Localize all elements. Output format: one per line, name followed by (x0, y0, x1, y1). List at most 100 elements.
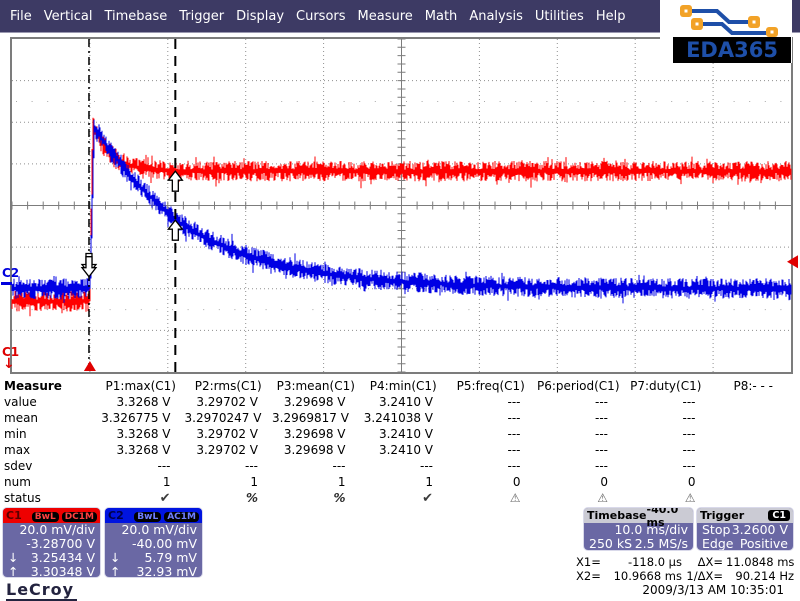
measure-column-header-p8[interactable]: P8:- - - (710, 378, 798, 394)
timebase-rate: 2.5 MS/s (634, 536, 688, 551)
measure-cell-status-p7: ⚠ (622, 490, 710, 507)
measure-cell-status-p5: ⚠ (447, 490, 535, 507)
waveform-display[interactable] (10, 37, 798, 374)
measure-cell-value-p6: --- (595, 395, 608, 409)
measure-cell-mean-p5: --- (507, 411, 521, 425)
measure-cell-value-p7: --- (682, 395, 696, 409)
trigger-title: Trigger (700, 509, 745, 522)
timebase-samples: 250 kS (589, 536, 633, 551)
menu-item-measure[interactable]: Measure (358, 9, 413, 24)
x1-label: X1= (576, 555, 601, 569)
trigger-slope: Positive (739, 536, 788, 551)
measure-column-header-p7[interactable]: P7:duty(C1) (622, 378, 710, 394)
measure-cell-sdev-p5: --- (507, 459, 521, 473)
measure-cell-max-p5: --- (507, 443, 521, 457)
measure-column-header-p1[interactable]: P1:max(C1) (97, 378, 185, 394)
status-warn-icon: ⚠ (597, 491, 608, 505)
channel-offset: -3.28700 V (26, 536, 95, 551)
menu-item-cursors[interactable]: Cursors (296, 9, 346, 24)
channel-badge-dc1m: DC1M (61, 511, 97, 522)
channel-scale: 20.0 mV/div (19, 522, 95, 537)
logo-wordmark: EDA365 (673, 37, 791, 63)
measure-cell-status-p1: ✔ (97, 490, 185, 507)
measure-table: Measure P1:max(C1) P2:rms(C1) P3:mean(C1) P4… (2, 378, 799, 507)
channel-scale: 20.0 mV/div (121, 522, 197, 537)
oscilloscope-screen: { "menu": {"items": ["File","Vertical","… (0, 0, 800, 601)
channel-id-label: C2 (108, 509, 124, 522)
c2-zero-marker[interactable] (1, 282, 12, 285)
measure-cell-mean-p7: --- (682, 411, 696, 425)
measure-column-header-p6[interactable]: P6:period(C1) (535, 378, 623, 394)
timebase-scale: 10.0 ms/div (614, 522, 688, 537)
status-warn-icon: ⚠ (684, 491, 696, 505)
cursor-down-arrow-icon: ↓ (110, 550, 121, 565)
menu-item-timebase[interactable]: Timebase (104, 9, 167, 24)
dx-value: 11.0848 ms (726, 555, 795, 569)
status-pct-icon: % (333, 491, 346, 505)
measure-row-label-sdev: sdev (4, 459, 33, 473)
channel-box-c1[interactable]: C1 BwL DC1M 20.0 mV/div -3.28700 V ↓ 3.25434 V… (2, 507, 101, 578)
measure-column-header-p2[interactable]: P2:rms(C1) (185, 378, 273, 394)
cursor-up-arrow-icon: ↑ (8, 564, 19, 578)
menu-item-analysis[interactable]: Analysis (469, 9, 523, 24)
trigger-box[interactable]: Trigger C1 Stop 3.2600 V Edge Positive (696, 507, 794, 551)
measure-cell-max-p3: 3.29698 V (283, 443, 346, 457)
x1-value: -118.0 µs (627, 555, 682, 569)
measure-column-header-p3[interactable]: P3:mean(C1) (272, 378, 360, 394)
measure-cell-value-p1: 3.3268 V (116, 395, 171, 409)
measure-cell-status-p3: % (272, 490, 360, 507)
channel-cursor_up-value: 32.93 mV (136, 564, 198, 578)
measure-cell-value-p2: 3.29702 V (196, 395, 258, 409)
measure-cell-mean-p3: 3.2969817 V (272, 411, 349, 425)
timebase-box[interactable]: Timebase -40.0 ms 10.0 ms/div 250 kS 2.5… (583, 507, 694, 551)
timebase-title: Timebase (587, 509, 647, 522)
measure-cell-num-p2: 1 (250, 475, 258, 489)
cursor-up-arrow-icon: ↑ (110, 564, 121, 578)
menu-item-display[interactable]: Display (236, 9, 284, 24)
measure-cell-value-p5: --- (507, 395, 521, 409)
measure-cell-max-p4: 3.2410 V (378, 443, 433, 457)
menu-item-help[interactable]: Help (596, 9, 626, 24)
menu-item-vertical[interactable]: Vertical (44, 9, 93, 24)
measure-column-header-p4[interactable]: P4:min(C1) (360, 378, 448, 394)
measure-cell-mean-p4: 3.241038 V (363, 411, 433, 425)
measure-row-label-value: value (4, 395, 37, 409)
measure-table-title: Measure (4, 379, 62, 393)
trigger-time-marker[interactable] (83, 361, 96, 371)
measure-column-header-p5[interactable]: P5:freq(C1) (447, 378, 535, 394)
channel-box-c2[interactable]: C2 BwL AC1M 20.0 mV/div -40.00 mV ↓ 5.79 mV ↑ 32… (104, 507, 203, 578)
channel-id-label: C1 (6, 509, 22, 522)
channel-badge-ac1m: AC1M (164, 511, 199, 522)
trigger-level-marker[interactable] (787, 255, 798, 269)
measure-cell-value-p4: 3.2410 V (378, 395, 433, 409)
measure-row-label-mean: mean (4, 411, 39, 425)
measure-cell-min-p7: --- (682, 427, 696, 441)
cursor-down-arrow-icon: ↓ (8, 550, 19, 565)
measure-row-label-status: status (4, 491, 41, 505)
measure-cell-max-p8 (710, 442, 798, 458)
lecroy-logo: LeCroy (6, 580, 78, 601)
menu-item-math[interactable]: Math (425, 9, 458, 24)
measure-cell-max-p1: 3.3268 V (116, 443, 171, 457)
menu-item-trigger[interactable]: Trigger (179, 9, 224, 24)
pcb-traces-icon (680, 5, 778, 37)
dx-label: ΔX= (697, 555, 723, 569)
measure-cell-min-p8 (710, 426, 798, 442)
menu-item-file[interactable]: File (10, 9, 32, 24)
channel-cursor_down-value: 3.25434 V (30, 550, 95, 565)
measure-cell-mean-p2: 3.2970247 V (184, 411, 262, 425)
channel-cursor_up-value: 3.30348 V (30, 564, 95, 578)
measure-cell-sdev-p3: --- (332, 459, 346, 473)
status-warn-icon: ⚠ (509, 491, 521, 505)
trigger-level: 3.2600 V (731, 522, 788, 537)
cursor-readout: X1= -118.0 µs ΔX= 11.0848 ms X2= 10.9668… (576, 555, 795, 583)
menu-item-utilities[interactable]: Utilities (535, 9, 584, 24)
measure-cell-num-p6: 0 (600, 475, 608, 489)
measure-cell-sdev-p8 (710, 458, 798, 474)
measure-cell-status-p4: ✔ (360, 490, 448, 507)
measure-cell-min-p2: 3.29702 V (196, 427, 258, 441)
measure-row-label-min: min (4, 427, 27, 441)
invdx-value: 90.214 Hz (735, 568, 794, 583)
c1-offscreen-arrow-icon: ↓ (3, 356, 15, 372)
trigger-mode: Stop (702, 522, 731, 537)
